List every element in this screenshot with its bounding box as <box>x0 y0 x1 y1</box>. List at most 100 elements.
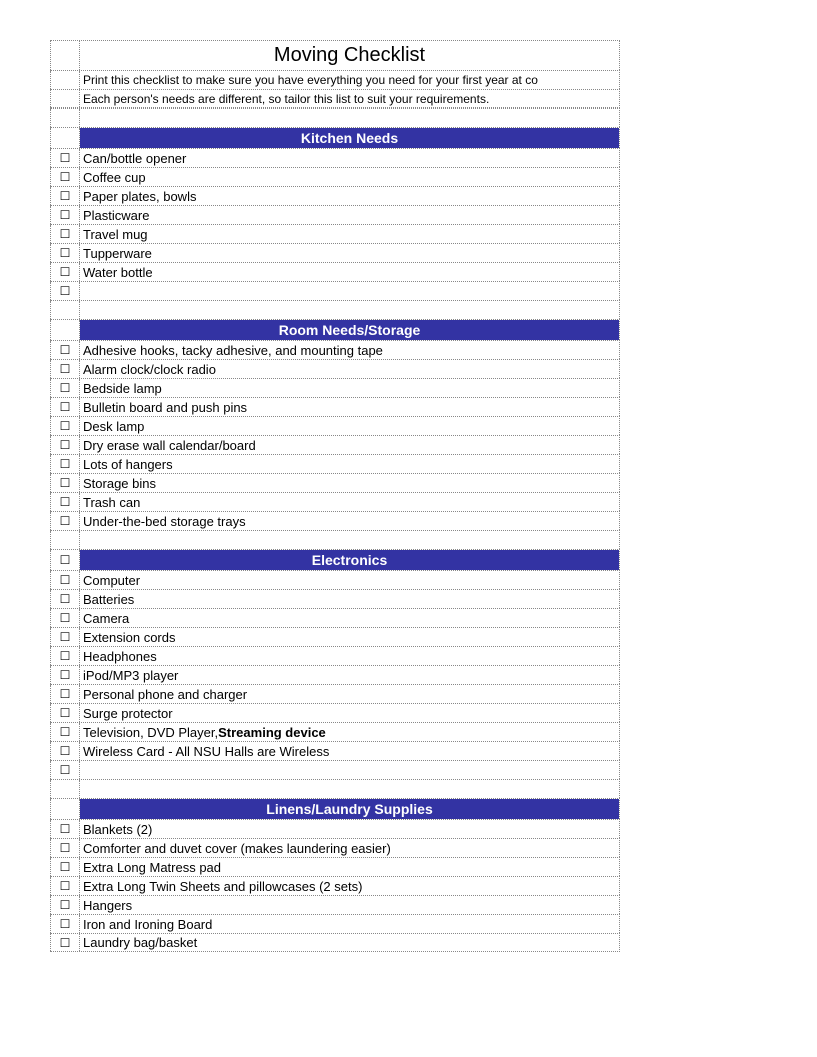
checklist-item-row: ☐Surge protector <box>50 703 620 722</box>
checklist-item-row: ☐ Trash can <box>50 492 620 511</box>
checkbox-icon[interactable]: ☐ <box>60 152 71 164</box>
checklist-item-row: ☐ Blankets (2) <box>50 819 620 838</box>
checkbox-icon[interactable]: ☐ <box>60 171 71 183</box>
checkbox-icon[interactable]: ☐ <box>60 209 71 221</box>
checklist-item-row: ☐ Water bottle <box>50 262 620 281</box>
checklist-item-row: ☐Iron and Ironing Board <box>50 914 620 933</box>
checkbox-icon[interactable]: ☐ <box>60 477 71 489</box>
checklist-item-text: Can/bottle opener <box>80 149 619 167</box>
checklist-checkbox-cell: ☐ <box>50 244 80 262</box>
checklist-item-row: ☐ Travel mug <box>50 224 620 243</box>
checklist-checkbox-cell: ☐ <box>50 685 80 703</box>
section-header: ☐Electronics <box>50 549 620 570</box>
checkbox-icon[interactable]: ☐ <box>60 401 71 413</box>
checkbox-icon[interactable]: ☐ <box>60 688 71 700</box>
checkbox-icon[interactable]: ☐ <box>60 650 71 662</box>
section-header-gutter: ☐ <box>50 550 80 570</box>
checkbox-icon[interactable]: ☐ <box>60 363 71 375</box>
checklist-checkbox-cell: ☐ <box>50 206 80 224</box>
checklist-checkbox-cell: ☐ <box>50 858 80 876</box>
checklist-item-text: Personal phone and charger <box>80 685 619 703</box>
checkbox-icon[interactable]: ☐ <box>60 707 71 719</box>
checklist-checkbox-cell: ☐ <box>50 263 80 281</box>
checklist-item-text: Water bottle <box>80 263 619 281</box>
checklist-item-row: ☐Laundry bag/basket <box>50 933 620 952</box>
checkbox-icon[interactable]: ☐ <box>60 190 71 202</box>
checkbox-icon[interactable]: ☐ <box>60 861 71 873</box>
checklist-checkbox-cell: ☐ <box>50 915 80 933</box>
checklist-item-text: Computer <box>80 571 619 589</box>
checklist-checkbox-cell: ☐ <box>50 820 80 838</box>
checkbox-icon[interactable]: ☐ <box>60 726 71 738</box>
checklist-item-text: Travel mug <box>80 225 619 243</box>
checklist-item-text: Bulletin board and push pins <box>80 398 619 416</box>
checklist-item-row: ☐ Personal phone and charger <box>50 684 620 703</box>
checkbox-icon[interactable]: ☐ <box>60 382 71 394</box>
checkbox-icon[interactable]: ☐ <box>60 574 71 586</box>
section-header-gutter <box>50 799 80 819</box>
checklist-checkbox-cell: ☐ <box>50 628 80 646</box>
checkbox-icon[interactable]: ☐ <box>60 764 71 776</box>
checkbox-icon[interactable]: ☐ <box>60 285 71 297</box>
checklist-checkbox-cell: ☐ <box>50 379 80 397</box>
checklist-checkbox-cell: ☐ <box>50 666 80 684</box>
checkbox-icon[interactable]: ☐ <box>60 937 71 949</box>
checklist-item-row: ☐Extra Long Matress pad <box>50 857 620 876</box>
checklist-checkbox-cell: ☐ <box>50 417 80 435</box>
checklist-checkbox-cell: ☐ <box>50 609 80 627</box>
checkbox-icon[interactable]: ☐ <box>60 631 71 643</box>
checkbox-icon[interactable]: ☐ <box>60 918 71 930</box>
checkbox-icon[interactable]: ☐ <box>60 247 71 259</box>
checkbox-icon[interactable]: ☐ <box>60 593 71 605</box>
checkbox-icon[interactable]: ☐ <box>60 842 71 854</box>
checklist-item-row: ☐Desk lamp <box>50 416 620 435</box>
checklist-item-row: ☐Storage bins <box>50 473 620 492</box>
checklist-item-text: Bedside lamp <box>80 379 619 397</box>
checklist-item-text: Comforter and duvet cover (makes launder… <box>80 839 619 857</box>
checklist-item-row: ☐ Alarm clock/clock radio <box>50 359 620 378</box>
checklist-item-text: Trash can <box>80 493 619 511</box>
checklist-item-row: ☐ iPod/MP3 player <box>50 665 620 684</box>
description-row: Print this checklist to make sure you ha… <box>50 70 620 89</box>
checklist-item-row: ☐ Coffee cup <box>50 167 620 186</box>
section-heading: Linens/Laundry Supplies <box>80 799 619 819</box>
spacer-row <box>50 779 620 798</box>
checkbox-icon[interactable]: ☐ <box>60 266 71 278</box>
checklist-item-text: Hangers <box>80 896 619 914</box>
checklist-item-text: Alarm clock/clock radio <box>80 360 619 378</box>
checklist-checkbox-cell: ☐ <box>50 474 80 492</box>
checklist-item-row: ☐Plasticware <box>50 205 620 224</box>
checkbox-icon[interactable]: ☐ <box>60 496 71 508</box>
checklist-item-text: Dry erase wall calendar/board <box>80 436 619 454</box>
checkbox-icon[interactable]: ☐ <box>60 515 71 527</box>
checkbox-icon[interactable]: ☐ <box>60 880 71 892</box>
blank-item-text <box>80 282 619 300</box>
checkbox-icon[interactable]: ☐ <box>60 420 71 432</box>
checkbox-icon[interactable]: ☐ <box>60 458 71 470</box>
checklist-checkbox-cell: ☐ <box>50 723 80 741</box>
spacer-cell <box>80 109 619 127</box>
spacer-row <box>50 300 620 319</box>
checklist-item-row: ☐ Comforter and duvet cover (makes launde… <box>50 838 620 857</box>
description-text: Print this checklist to make sure you ha… <box>80 71 619 89</box>
checklist-item-text: iPod/MP3 player <box>80 666 619 684</box>
checkbox-icon[interactable]: ☐ <box>60 899 71 911</box>
checklist-item-text: Coffee cup <box>80 168 619 186</box>
checklist-item-row: ☐Batteries <box>50 589 620 608</box>
checklist-checkbox-cell: ☐ <box>50 934 80 951</box>
checkbox-icon[interactable]: ☐ <box>60 669 71 681</box>
checklist-item-row: ☐Wireless Card - All NSU Halls are Wirel… <box>50 741 620 760</box>
checkbox-icon[interactable]: ☐ <box>60 554 71 566</box>
checklist-item-row: ☐ Dry erase wall calendar/board <box>50 435 620 454</box>
checkbox-icon[interactable]: ☐ <box>60 612 71 624</box>
checkbox-icon[interactable]: ☐ <box>60 344 71 356</box>
checklist-checkbox-cell: ☐ <box>50 877 80 895</box>
checkbox-icon[interactable]: ☐ <box>60 745 71 757</box>
checklist-checkbox-cell: ☐ <box>50 512 80 530</box>
checklist-checkbox-cell: ☐ <box>50 282 80 300</box>
checkbox-icon[interactable]: ☐ <box>60 228 71 240</box>
checkbox-icon[interactable]: ☐ <box>60 823 71 835</box>
checkbox-icon[interactable]: ☐ <box>60 439 71 451</box>
checklist-item-text: Blankets (2) <box>80 820 619 838</box>
checklist-checkbox-cell: ☐ <box>50 187 80 205</box>
